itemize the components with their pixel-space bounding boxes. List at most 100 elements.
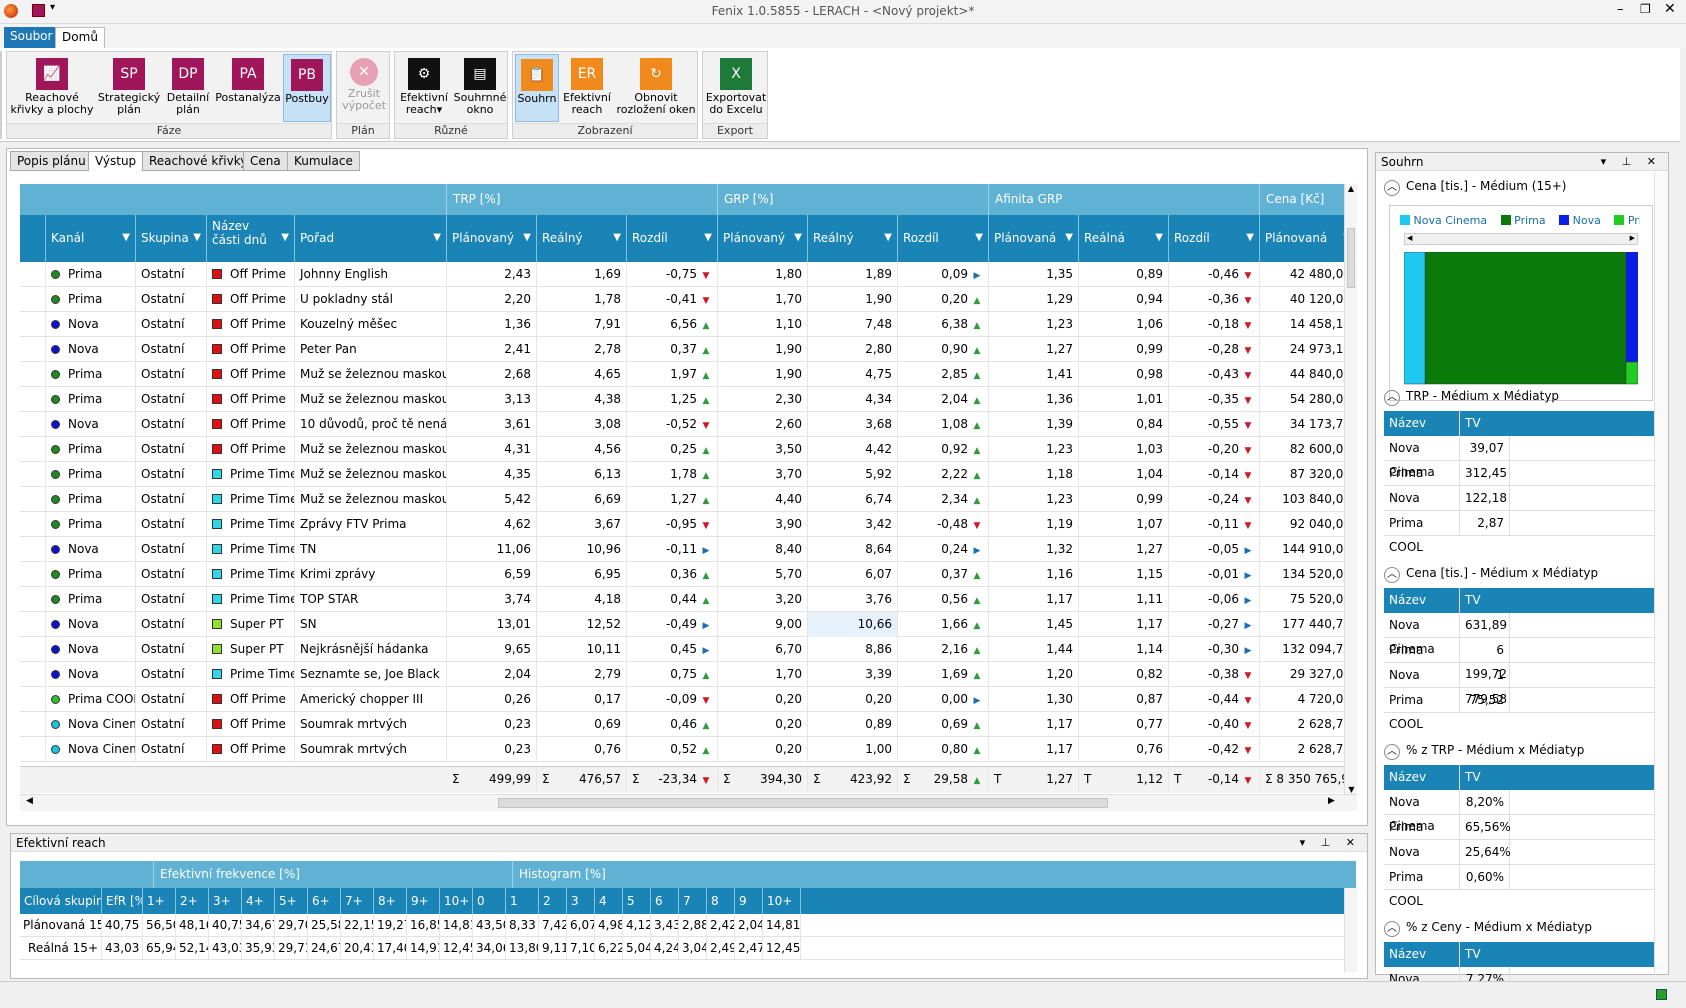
cell-kanal[interactable]: Prima — [46, 487, 136, 512]
header-kanal[interactable]: Kanál ▼ — [46, 215, 136, 262]
cell-t1[interactable]: 5,42 — [447, 487, 537, 512]
eff-table-row[interactable]: Plánovaná 15+40,7556,5048,1640,7534,6729… — [20, 914, 1356, 937]
panel-controls-icon[interactable]: ▾ ⊥ ✕ — [1601, 155, 1662, 168]
cell-porad[interactable]: TOP STAR — [295, 587, 447, 612]
cell-t3[interactable]: 1,97 ▲ — [627, 362, 718, 387]
cell-t3[interactable]: 0,75 ▲ — [627, 662, 718, 687]
cell-nazev[interactable]: Off Prime — [207, 387, 295, 412]
cell-a2[interactable]: 0,94 — [1079, 287, 1169, 312]
cell-c1[interactable]: 134 520,00 — [1260, 562, 1357, 587]
row-selector[interactable] — [20, 587, 46, 612]
row-selector[interactable] — [20, 487, 46, 512]
eff-cell[interactable]: 40,75 — [209, 914, 242, 937]
cell-a3[interactable]: -0,11 ▼ — [1169, 512, 1260, 537]
eff-cell[interactable]: 43,50 — [473, 914, 506, 937]
header-trp-rozdil[interactable]: Rozdíl ▼ — [627, 215, 718, 262]
row-selector[interactable] — [20, 512, 46, 537]
cell-g2[interactable]: 4,34 — [808, 387, 898, 412]
cell-a1[interactable]: 1,30 — [989, 687, 1079, 712]
cell-a3[interactable]: -0,14 ▼ — [1169, 462, 1260, 487]
eff-header-15[interactable]: 3 — [567, 888, 595, 914]
header-skupina[interactable]: Skupina ▼ — [136, 215, 207, 262]
filter-icon[interactable]: ▼ — [704, 231, 712, 245]
cell-t2[interactable]: 4,18 — [537, 587, 627, 612]
cell-a2[interactable]: 0,98 — [1079, 362, 1169, 387]
cell-t3[interactable]: 1,27 ▲ — [627, 487, 718, 512]
eff-header-10[interactable]: 9+ — [407, 888, 440, 914]
cell-g1[interactable]: 1,80 — [718, 262, 808, 287]
eff-cell[interactable]: 2,49 — [707, 937, 735, 960]
header-porad[interactable]: Pořad ▼ — [295, 215, 447, 262]
table-row[interactable]: Prima COOL Ostatní Off Prime Americký chopp… — [20, 687, 1357, 712]
cell-t1[interactable]: 3,74 — [447, 587, 537, 612]
cell-t1[interactable]: 3,61 — [447, 412, 537, 437]
eff-header-1[interactable]: EfR [%] — [102, 888, 143, 914]
cell-porad[interactable]: Muž se železnou maskou — [295, 437, 447, 462]
cell-a2[interactable]: 0,76 — [1079, 737, 1169, 762]
filter-icon[interactable]: ▼ — [1246, 231, 1254, 245]
cell-t2[interactable]: 6,13 — [537, 462, 627, 487]
cell-g3[interactable]: 0,00 ▶ — [898, 687, 989, 712]
legend-scroll-left-icon[interactable]: ◀ — [1407, 234, 1412, 242]
cell-a3[interactable]: -0,01 ▶ — [1169, 562, 1260, 587]
table-row[interactable]: Nova Cinema 39,07 — [1384, 436, 1662, 479]
eff-cell[interactable]: 7,10 — [567, 937, 595, 960]
cell-t1[interactable]: 4,62 — [447, 512, 537, 537]
cell-kanal[interactable]: Prima — [46, 437, 136, 462]
cell-g1[interactable]: 1,90 — [718, 337, 808, 362]
cell-a3[interactable]: -0,28 ▼ — [1169, 337, 1260, 362]
cell-a3[interactable]: -0,44 ▼ — [1169, 687, 1260, 712]
cell-g3[interactable]: 0,24 ▶ — [898, 537, 989, 562]
cell-g1[interactable]: 3,50 — [718, 437, 808, 462]
cell-sk[interactable]: Ostatní — [136, 362, 207, 387]
eff-cell[interactable]: 34,06 — [473, 937, 506, 960]
vertical-scroll-thumb[interactable] — [1347, 228, 1355, 288]
cell-a2[interactable]: 0,82 — [1079, 662, 1169, 687]
cell-t1[interactable]: 2,43 — [447, 262, 537, 287]
cell-t1[interactable]: 1,36 — [447, 312, 537, 337]
cell-c1[interactable]: 2 628,75 — [1260, 712, 1357, 737]
eff-cell[interactable]: 6,07 — [567, 914, 595, 937]
eff-cell[interactable]: 14,91 — [407, 937, 440, 960]
eff-header-6[interactable]: 5+ — [275, 888, 308, 914]
cell-t2[interactable]: 0,17 — [537, 687, 627, 712]
cell-t3[interactable]: -0,52 ▼ — [627, 412, 718, 437]
cell-porad[interactable]: 10 důvodů, proč tě nenávidím — [295, 412, 447, 437]
header-grp-realny[interactable]: Reálný ▼ — [808, 215, 898, 262]
cell-kanal[interactable]: Prima — [46, 362, 136, 387]
eff-cell[interactable]: 19,27 — [374, 914, 407, 937]
cell-nazev[interactable]: Prime Time — [207, 462, 295, 487]
table-row[interactable]: Prima 65,56% — [1384, 815, 1662, 840]
cell-sk[interactable]: Ostatní — [136, 337, 207, 362]
side-vertical-scrollbar[interactable] — [1654, 173, 1668, 973]
eff-cell[interactable]: 34,67 — [242, 914, 275, 937]
souhrnne-okno-button[interactable]: ▤ Souhrnné okno — [453, 54, 507, 122]
cell-nazev[interactable]: Prime Time — [207, 587, 295, 612]
table-row[interactable]: Prima Ostatní Prime Time Muž se železnou ma… — [20, 462, 1357, 487]
efektivni-reach-dropdown-button[interactable]: ⚙ Efektivní reach▾ — [397, 54, 451, 122]
cell-t1[interactable]: 9,65 — [447, 637, 537, 662]
filter-icon[interactable]: ▼ — [523, 231, 531, 245]
bar-prima-cool[interactable] — [1625, 361, 1638, 385]
cell-g2[interactable]: 0,20 — [808, 687, 898, 712]
legend-scroll-right-icon[interactable]: ▶ — [1630, 234, 1635, 242]
table-row[interactable]: Nova Ostatní Off Prime 10 důvodů, proč tě n… — [20, 412, 1357, 437]
header-afinita-realna[interactable]: Reálná ▼ — [1079, 215, 1169, 262]
cell-t2[interactable]: 10,96 — [537, 537, 627, 562]
cell-a1[interactable]: 1,32 — [989, 537, 1079, 562]
cell-g3[interactable]: 2,16 ▲ — [898, 637, 989, 662]
cell-sk[interactable]: Ostatní — [136, 262, 207, 287]
postanalyza-button[interactable]: PA Postanalýza — [215, 54, 281, 122]
table-row[interactable]: Nova Ostatní Super PT SN 13,01 12,52 -0,49 ▶ 9,0… — [20, 612, 1357, 637]
header-afinita-planovana[interactable]: Plánovaná ▼ — [989, 215, 1079, 262]
cell-t1[interactable]: 2,20 — [447, 287, 537, 312]
cell-kanal[interactable]: Nova Cinema — [46, 712, 136, 737]
cell-a2[interactable]: 0,84 — [1079, 412, 1169, 437]
cell-g3[interactable]: 1,69 ▲ — [898, 662, 989, 687]
eff-cell[interactable]: 25,58 — [308, 914, 341, 937]
cell-g2[interactable]: 6,74 — [808, 487, 898, 512]
eff-cell[interactable]: 20,43 — [341, 937, 374, 960]
table-row[interactable]: Prima Ostatní Prime Time Krimi zprávy 6,59 6,… — [20, 562, 1357, 587]
table-row[interactable]: Nova Ostatní Off Prime Kouzelný měšec 1,36 7,… — [20, 312, 1357, 337]
row-selector[interactable] — [20, 312, 46, 337]
